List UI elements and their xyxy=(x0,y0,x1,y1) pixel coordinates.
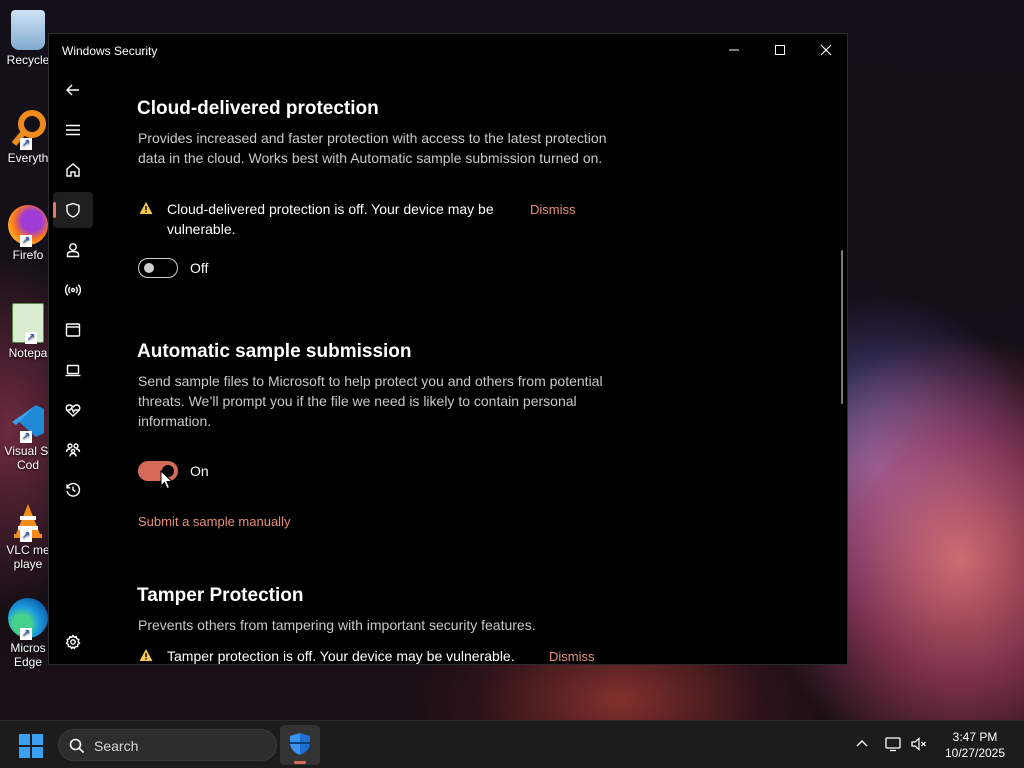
desktop-icon-label: Firefo xyxy=(12,248,44,262)
nav-account-protection[interactable] xyxy=(53,232,93,268)
back-button[interactable] xyxy=(53,72,93,108)
home-icon xyxy=(66,163,80,177)
submit-sample-manually-link[interactable]: Submit a sample manually xyxy=(138,514,290,529)
nav-firewall-network[interactable] xyxy=(53,272,93,308)
taskbar-windows-security-app[interactable] xyxy=(280,725,320,765)
nav-family-options[interactable] xyxy=(53,432,93,468)
menu-icon xyxy=(66,124,80,136)
title-bar[interactable]: Windows Security xyxy=(49,34,847,66)
cloud-warning-text-line1: Cloud-delivered protection is off. Your … xyxy=(167,201,494,217)
cloud-protection-description: Provides increased and faster protection… xyxy=(138,130,607,166)
nav-app-browser-control[interactable] xyxy=(53,312,93,348)
desktop-icon-label: Micros Edge xyxy=(10,641,46,669)
volume-muted-tray-icon[interactable] xyxy=(910,735,928,753)
tamper-warning-dismiss-link[interactable]: Dismiss xyxy=(549,647,595,664)
cloud-protection-toggle-state: Off xyxy=(190,260,209,276)
nav-settings[interactable] xyxy=(53,624,93,660)
desktop-icon-label: VLC me playe xyxy=(6,543,50,571)
app-browser-icon xyxy=(65,323,81,337)
settings-content: Cloud-delivered protection Provides incr… xyxy=(137,66,837,664)
recycle-bin-icon xyxy=(11,10,45,50)
nav-protection-history[interactable] xyxy=(53,472,93,508)
shield-icon xyxy=(66,202,80,218)
window-title: Windows Security xyxy=(62,44,158,58)
shortcut-arrow-icon: ↗ xyxy=(20,138,32,150)
taskbar-search-box[interactable]: Search xyxy=(58,729,277,761)
cloud-warning-text-line2: vulnerable. xyxy=(167,221,236,237)
vertical-scrollbar[interactable] xyxy=(841,250,843,404)
notepad-icon: ↗ xyxy=(12,303,44,344)
desktop-icon-label: Visual St Cod xyxy=(4,444,52,472)
edge-icon: ↗ xyxy=(8,598,48,640)
taskbar: Search 3:47 PM 10/27/2025 xyxy=(0,720,1024,768)
cloud-warning-dismiss-link[interactable]: Dismiss xyxy=(530,200,576,220)
firefox-icon: ↗ xyxy=(8,205,48,247)
desktop-icon-label: Recycle xyxy=(6,53,50,67)
close-button[interactable] xyxy=(803,34,847,66)
warning-icon xyxy=(139,649,153,661)
history-icon xyxy=(66,482,81,497)
windows-security-window: Windows Security Cloud-delivered protect… xyxy=(48,33,848,665)
desktop-icon-label: Everyth xyxy=(7,151,49,165)
back-arrow-icon xyxy=(66,84,79,96)
menu-button[interactable] xyxy=(53,112,93,148)
family-icon xyxy=(65,443,81,457)
show-hidden-icons-chevron-icon[interactable] xyxy=(853,735,871,753)
active-app-indicator xyxy=(294,761,306,764)
tamper-protection-description: Prevents others from tampering with impo… xyxy=(138,617,536,633)
nav-virus-protection[interactable] xyxy=(53,192,93,228)
tamper-protection-warning: Tamper protection is off. Your device ma… xyxy=(137,646,657,664)
network-tray-icon[interactable] xyxy=(884,735,902,753)
desktop-icon-label: Notepa xyxy=(8,346,48,360)
minimize-icon xyxy=(729,49,739,51)
search-icon xyxy=(69,738,85,754)
cloud-protection-toggle[interactable] xyxy=(138,258,178,278)
sample-submission-toggle-state: On xyxy=(190,463,209,479)
side-navigation xyxy=(49,66,97,664)
shortcut-arrow-icon: ↗ xyxy=(20,431,32,443)
network-icon xyxy=(65,284,81,296)
warning-icon xyxy=(139,202,153,214)
settings-icon xyxy=(65,634,81,650)
tamper-protection-heading: Tamper Protection xyxy=(137,585,304,606)
search-placeholder: Search xyxy=(94,738,139,754)
nav-device-security[interactable] xyxy=(53,352,93,388)
health-icon xyxy=(65,404,81,417)
close-icon xyxy=(820,44,832,56)
shortcut-arrow-icon: ↗ xyxy=(20,235,32,247)
toggle-knob xyxy=(144,263,154,273)
windows-logo-icon xyxy=(19,734,43,758)
cloud-protection-warning: Cloud-delivered protection is off. Your … xyxy=(137,199,617,239)
mouse-cursor-icon xyxy=(160,470,174,490)
nav-device-performance-health[interactable] xyxy=(53,392,93,428)
shortcut-arrow-icon: ↗ xyxy=(25,332,37,344)
taskbar-clock[interactable]: 3:47 PM 10/27/2025 xyxy=(935,729,1015,761)
windows-security-shield-icon xyxy=(290,733,310,755)
maximize-icon xyxy=(775,45,785,55)
cloud-protection-heading: Cloud-delivered protection xyxy=(137,98,379,119)
vlc-icon: ↗ xyxy=(8,500,48,542)
nav-home[interactable] xyxy=(53,152,93,188)
everything-search-icon: ↗ xyxy=(8,108,48,150)
tamper-warning-text: Tamper protection is off. Your device ma… xyxy=(167,648,515,664)
vscode-icon: ↗ xyxy=(8,401,48,443)
device-security-icon xyxy=(65,364,81,377)
minimize-button[interactable] xyxy=(711,34,757,66)
shortcut-arrow-icon: ↗ xyxy=(20,530,32,542)
clock-time: 3:47 PM xyxy=(952,730,998,744)
clock-date: 10/27/2025 xyxy=(944,746,1006,760)
sample-submission-description: Send sample files to Microsoft to help p… xyxy=(138,373,603,429)
shortcut-arrow-icon: ↗ xyxy=(20,628,32,640)
start-button[interactable] xyxy=(19,734,43,758)
sample-submission-heading: Automatic sample submission xyxy=(137,341,412,362)
account-icon xyxy=(66,243,80,258)
maximize-button[interactable] xyxy=(757,34,803,66)
